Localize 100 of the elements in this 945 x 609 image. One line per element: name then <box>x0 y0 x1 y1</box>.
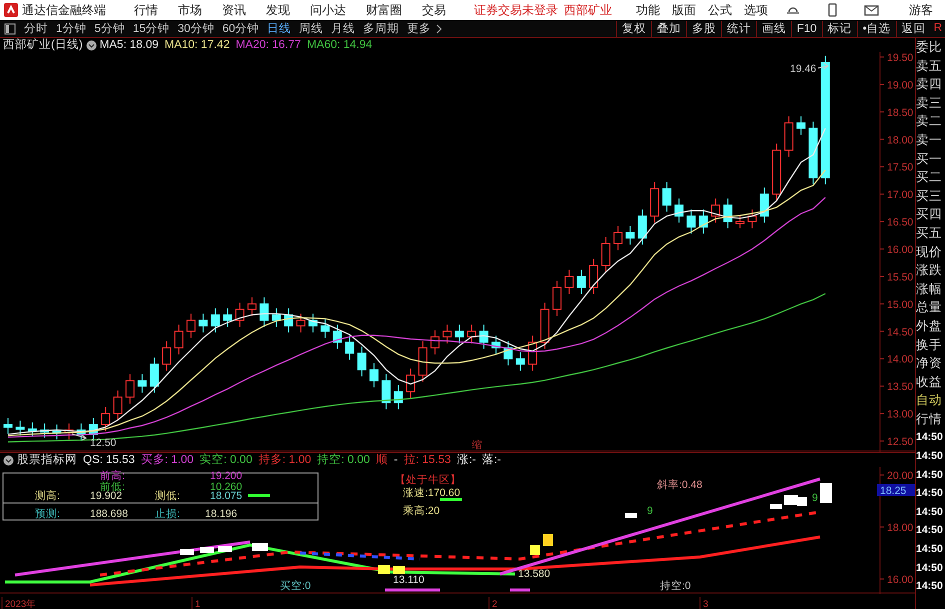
table-value: 18.196 <box>205 508 238 520</box>
menu-item[interactable]: 公式 <box>702 1 738 19</box>
axis-label: 18.00 <box>887 522 914 534</box>
candle <box>662 182 672 212</box>
candle <box>601 236 610 273</box>
quote-field-label[interactable]: 卖一 <box>916 130 945 150</box>
table-label: 前低: <box>100 481 125 493</box>
axis-label: 18.00 <box>887 134 914 146</box>
time-label: 14:50 <box>916 430 944 446</box>
period-tab[interactable]: 更多 <box>403 20 436 36</box>
menu-item[interactable]: 行情 <box>124 1 168 19</box>
candle <box>394 384 403 410</box>
quote-field-label[interactable]: 行情 <box>916 410 945 428</box>
table-label: 测低: <box>155 490 180 502</box>
quote-field-label[interactable]: 买四 <box>916 205 945 224</box>
indicator-value: 持空: 0.00 <box>317 453 370 467</box>
period-tab[interactable]: 5分钟 <box>90 20 129 36</box>
quote-field-label[interactable]: 涨幅 <box>916 280 945 298</box>
menu-item[interactable]: 版面 <box>666 1 702 19</box>
time-label: 14:50 <box>916 560 944 576</box>
menu-item[interactable]: 资讯 <box>212 1 256 19</box>
stock-link[interactable]: 西部矿业 <box>564 1 612 19</box>
candle <box>540 302 550 350</box>
speed-label: 涨速:170.60 <box>403 487 460 499</box>
chevron-right-icon[interactable] <box>435 22 444 34</box>
quote-field-label[interactable]: 委比 <box>916 38 945 57</box>
table-label: 测高: <box>35 490 60 502</box>
table-label: 前高: <box>100 470 125 482</box>
menu-item[interactable]: 问小达 <box>300 1 356 19</box>
quote-field-label[interactable]: 收益 <box>916 372 945 392</box>
candle <box>430 330 440 355</box>
candle <box>248 296 256 316</box>
candle <box>674 198 684 224</box>
candle <box>711 198 720 224</box>
logo-icon <box>4 3 18 17</box>
period-tab[interactable]: 60分钟 <box>218 20 264 36</box>
period-tab[interactable]: 30分钟 <box>174 20 218 36</box>
indicator-bar <box>797 497 807 506</box>
candle <box>4 417 12 434</box>
menu-item[interactable]: 交易 <box>412 1 456 19</box>
menu-item[interactable]: 财富圈 <box>356 1 412 19</box>
quote-field-label[interactable]: 卖四 <box>916 75 945 94</box>
quote-field-label[interactable]: 自动 <box>916 391 945 410</box>
period-tab[interactable]: 1分钟 <box>52 20 90 36</box>
ma-value: MA20: 16.77 <box>236 38 301 52</box>
period-tab[interactable]: 日线 <box>263 20 296 36</box>
candle <box>76 422 86 442</box>
quote-field-label[interactable]: 卖二 <box>916 112 945 131</box>
candle <box>626 225 635 246</box>
panel-icon[interactable] <box>4 22 16 36</box>
candle <box>638 209 647 246</box>
table-value: 10.260 <box>210 481 242 493</box>
candle <box>698 209 708 234</box>
quote-field-label[interactable]: 买二 <box>916 168 945 187</box>
period-tab[interactable]: 月线 <box>327 20 360 36</box>
indicator-value: 落:- <box>482 453 501 467</box>
candle <box>296 313 306 333</box>
quote-field-label[interactable]: 买五 <box>916 224 945 243</box>
candle <box>320 318 330 338</box>
candle <box>162 340 172 372</box>
period-tab[interactable]: 多周期 <box>359 20 404 36</box>
axis-label: 17.50 <box>887 162 914 174</box>
quote-field-label[interactable]: 净资 <box>916 354 945 373</box>
indicator-value: 拉: 15.53 <box>404 453 451 467</box>
indicator-value: 实空: 0.00 <box>200 453 252 467</box>
quote-field-label[interactable]: 卖三 <box>916 94 945 112</box>
quote-field-label[interactable]: 总量 <box>916 298 945 317</box>
mail-icon[interactable] <box>864 3 879 17</box>
period-tab[interactable]: 分时 <box>20 20 52 36</box>
period-tab[interactable]: 15分钟 <box>128 20 174 36</box>
menu-item[interactable]: 功能 <box>630 1 666 19</box>
candle <box>564 269 574 294</box>
quote-field-label[interactable]: 买一 <box>916 150 945 168</box>
quote-field-label[interactable]: 现价 <box>916 242 945 262</box>
candle <box>198 313 208 333</box>
menu-item[interactable]: 选项 <box>738 1 774 19</box>
menu-item[interactable]: 市场 <box>168 1 212 19</box>
axis-label: 17.00 <box>887 189 914 202</box>
candle <box>126 374 134 404</box>
axis-label: 20.00 <box>887 470 914 482</box>
dropdown-icon[interactable] <box>86 40 97 50</box>
quote-field-label[interactable]: 卖五 <box>916 56 945 76</box>
candle <box>528 335 538 372</box>
quote-field-label[interactable]: 外盘 <box>916 316 945 336</box>
time-label: 14:50 <box>916 486 944 502</box>
menu-item[interactable]: 发现 <box>256 1 300 19</box>
period-tab[interactable]: 周线 <box>295 20 328 36</box>
quote-field-label[interactable]: 涨跌 <box>916 261 945 280</box>
candle <box>332 324 342 350</box>
signal-bar <box>385 588 440 592</box>
user-name[interactable]: 游客 <box>909 1 933 19</box>
quote-field-label[interactable]: 换手 <box>916 336 945 354</box>
quote-field-label[interactable]: 买三 <box>916 186 945 206</box>
candle <box>516 352 525 372</box>
indicator-bar <box>252 543 268 551</box>
candle <box>552 280 562 316</box>
candle <box>223 308 232 328</box>
time-label: 14:50 <box>916 523 944 538</box>
dropdown-icon[interactable] <box>3 454 14 466</box>
candle <box>686 209 696 234</box>
